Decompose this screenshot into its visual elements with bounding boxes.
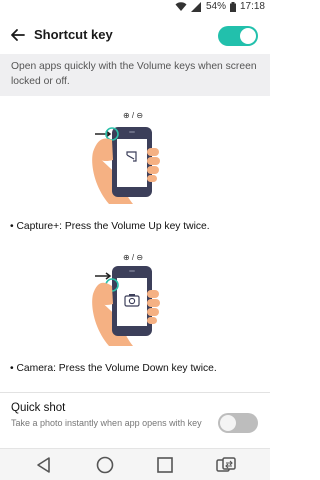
description-text: Open apps quickly with the Volume keys w… [11,61,257,87]
navigation-bar [0,448,270,480]
quick-shot-subtitle: Take a photo instantly when app opens wi… [11,418,202,428]
wifi-icon [175,1,187,12]
clock: 17:18 [239,1,265,12]
home-icon[interactable] [95,455,115,475]
back-icon[interactable] [34,455,54,475]
page-title: Shortcut key [34,27,113,42]
shortcut-key-toggle[interactable] [218,26,258,46]
app-header: Shortcut key [0,16,270,54]
quick-shot-toggle[interactable] [218,413,258,433]
volume-keys-label: ⊕ / ⊖ [123,111,143,120]
capture-plus-illustration: ⊕ / ⊖ [85,110,185,204]
divider [0,392,270,393]
description-band: Open apps quickly with the Volume keys w… [0,54,270,96]
capture-plus-instruction: • Capture+: Press the Volume Up key twic… [10,221,210,232]
toggle-knob [240,28,256,44]
battery-icon [229,1,236,12]
volume-keys-label: ⊕ / ⊖ [123,253,143,262]
status-bar: 54% 17:18 [0,0,270,16]
quick-shot-title: Quick shot [11,402,66,414]
battery-percent: 54% [205,1,226,12]
signal-icon [190,1,202,12]
camera-instruction: • Camera: Press the Volume Down key twic… [10,363,217,374]
camera-illustration: ⊕ / ⊖ [85,252,185,346]
recents-icon[interactable] [155,455,175,475]
toggle-knob [220,415,236,431]
back-arrow-icon[interactable] [8,25,28,45]
switch-sim-icon[interactable] [215,455,236,475]
